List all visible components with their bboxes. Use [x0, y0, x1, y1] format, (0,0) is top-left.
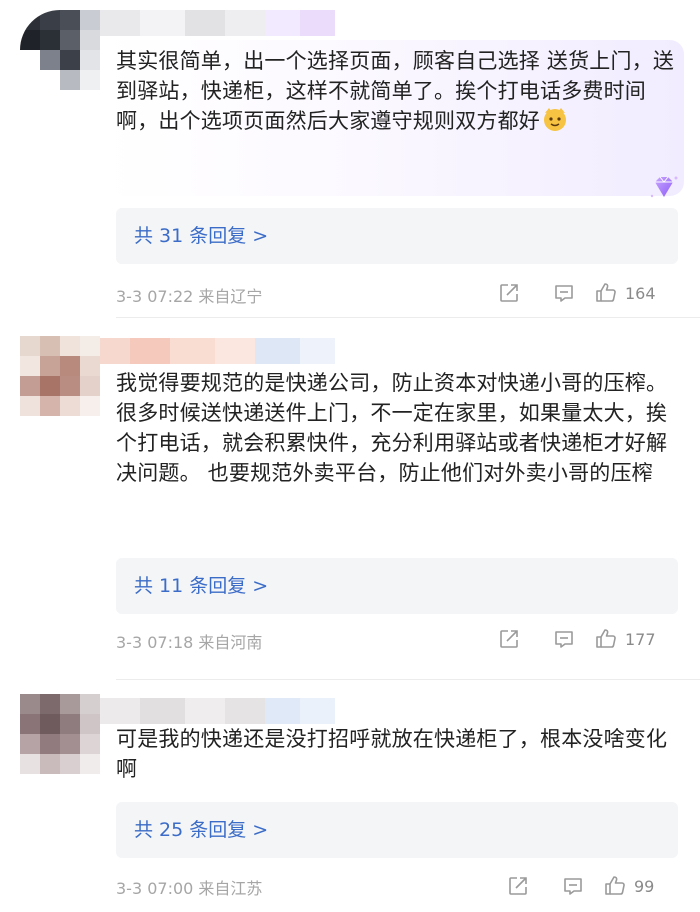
- comment-feed: 其实很简单，出一个选择页面，顾客自己选择 送货上门，送到驿站，快递柜，这样不就简…: [0, 0, 700, 912]
- comment-icon[interactable]: [552, 627, 576, 651]
- avatar[interactable]: [20, 336, 100, 416]
- action-bar: 177: [497, 627, 656, 651]
- avatar[interactable]: [20, 10, 100, 90]
- cat-face-emoji-icon: [544, 108, 566, 131]
- username-redacted[interactable]: [100, 338, 335, 364]
- thumbs-up-icon: [596, 283, 616, 302]
- comment-text: 我觉得要规范的是快递公司，防止资本对快递小哥的压榨。很多时候送快递送件上门，不一…: [116, 371, 668, 485]
- share-icon[interactable]: [506, 874, 530, 898]
- comment-location: 来自河南: [198, 633, 263, 652]
- action-bar: 99: [506, 874, 654, 898]
- share-icon[interactable]: [497, 627, 521, 651]
- like-count: 99: [634, 876, 655, 896]
- like-count: 177: [625, 629, 656, 649]
- like-count: 164: [625, 283, 656, 303]
- view-replies-button[interactable]: 共 25 条回复 >: [116, 802, 678, 858]
- comment-text: 可是我的快递还是没打招呼就放在快递柜了，根本没啥变化啊: [116, 727, 668, 781]
- username-redacted[interactable]: [100, 10, 335, 36]
- share-icon[interactable]: [497, 281, 521, 305]
- comment-item: 我觉得要规范的是快递公司，防止资本对快递小哥的压榨。很多时候送快递送件上门，不一…: [0, 318, 700, 680]
- view-replies-button[interactable]: 共 11 条回复 >: [116, 558, 678, 614]
- comment-location: 来自辽宁: [198, 287, 263, 306]
- avatar[interactable]: [20, 694, 100, 774]
- like-button[interactable]: 164: [594, 281, 656, 305]
- comment-meta: 3-3 07:00 来自江苏: [116, 875, 262, 899]
- view-replies-button[interactable]: 共 31 条回复 >: [116, 208, 678, 264]
- comment-icon[interactable]: [561, 874, 585, 898]
- comment-meta: 3-3 07:18 来自河南: [116, 629, 262, 653]
- like-button[interactable]: 99: [603, 874, 654, 898]
- like-button[interactable]: 177: [594, 627, 656, 651]
- comment-date: 3-3 07:22: [116, 287, 194, 306]
- thumbs-up-icon: [596, 629, 616, 648]
- comment-text: 其实很简单，出一个选择页面，顾客自己选择 送货上门，送到驿站，快递柜，这样不就简…: [116, 49, 675, 133]
- comment-item: 其实很简单，出一个选择页面，顾客自己选择 送货上门，送到驿站，快递柜，这样不就简…: [0, 0, 700, 318]
- action-bar: 164: [497, 281, 656, 305]
- comment-icon[interactable]: [552, 281, 576, 305]
- comment-meta: 3-3 07:22 来自辽宁: [116, 283, 262, 307]
- comment-location: 来自江苏: [198, 879, 263, 898]
- comment-item: 可是我的快递还是没打招呼就放在快递柜了，根本没啥变化啊 共 25 条回复 > 3…: [0, 680, 700, 912]
- comment-date: 3-3 07:18: [116, 633, 194, 652]
- username-redacted[interactable]: [100, 698, 335, 724]
- thumbs-up-icon: [605, 876, 625, 895]
- comment-date: 3-3 07:00: [116, 879, 194, 898]
- diamond-badge-icon: [650, 176, 678, 198]
